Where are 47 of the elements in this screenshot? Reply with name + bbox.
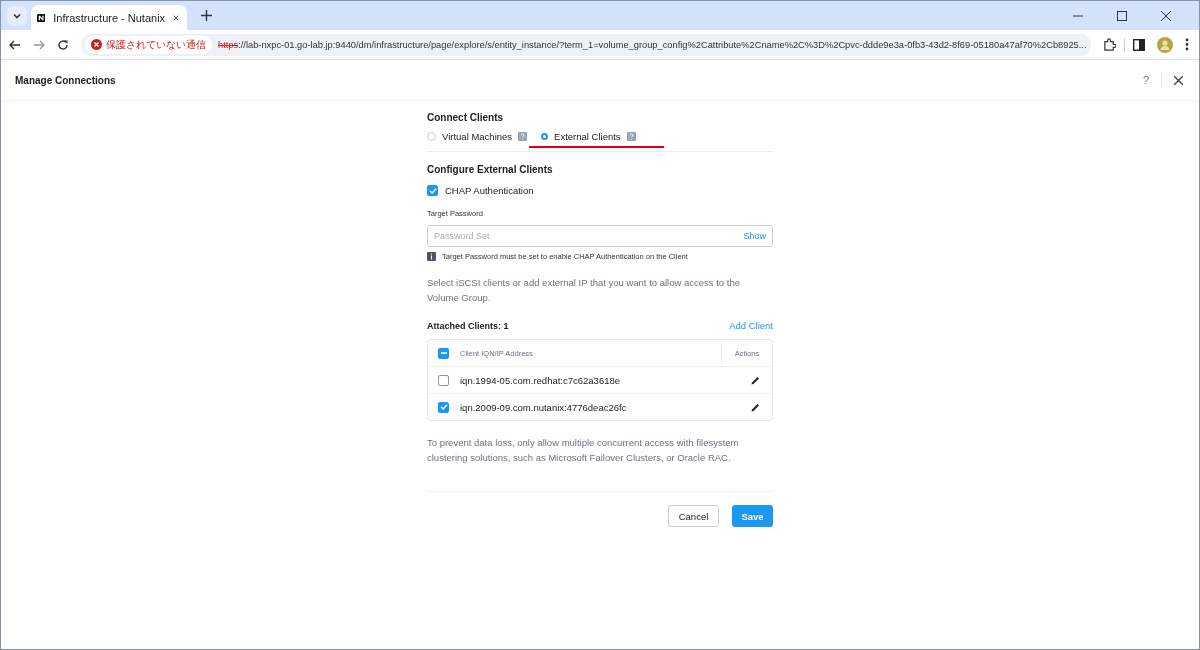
more-icon[interactable] [1185, 38, 1189, 51]
section-heading: Configure External Clients [427, 164, 554, 175]
radio-button[interactable] [541, 133, 549, 140]
address-bar[interactable] [81, 33, 1091, 56]
tab-title: Infrastructure - Nutanix [53, 11, 166, 24]
forward-arrow-icon[interactable] [33, 38, 45, 51]
radio-label[interactable]: External Clients [554, 131, 621, 142]
security-label: 保護されていない通信 [106, 37, 206, 52]
row-checkbox[interactable] [438, 374, 449, 386]
help-button[interactable]: ? [1142, 74, 1149, 86]
warning-text: To prevent data loss, only allow multiple concurrent access with filesystem clustering solutions, such as Microsoft Failover Clusters, or Oracle RAC. [427, 436, 740, 465]
check-icon [428, 186, 437, 195]
save-button[interactable]: Save [732, 505, 773, 527]
checkbox-label[interactable]: CHAP Authentication [445, 185, 534, 196]
close-icon[interactable] [1161, 10, 1171, 21]
back-arrow-icon[interactable] [9, 38, 21, 51]
maximize-icon[interactable] [1117, 10, 1127, 21]
radio-label[interactable]: Virtual Machines [442, 131, 513, 142]
section-heading: Connect Clients [427, 112, 505, 123]
dash-icon [440, 352, 447, 354]
close-icon[interactable] [1174, 75, 1183, 85]
checkbox[interactable] [427, 185, 438, 196]
reload-icon[interactable] [57, 38, 69, 51]
side-panel-icon[interactable] [1133, 38, 1145, 51]
add-client-link[interactable]: Add Client [729, 320, 773, 331]
tab-list-button[interactable] [7, 5, 27, 26]
row-checkbox[interactable] [438, 401, 449, 413]
info-icon [427, 252, 436, 261]
pencil-icon[interactable] [751, 402, 760, 412]
security-chip[interactable]: 保護されていない通信 [85, 35, 212, 54]
dialog-title: Manage Connections [15, 74, 116, 86]
show-button[interactable]: Show [743, 231, 766, 241]
error-icon [91, 39, 102, 50]
check-icon [439, 403, 448, 411]
plus-icon[interactable] [201, 10, 212, 21]
radio-button[interactable] [427, 132, 436, 141]
section-heading: Attached Clients: 1 [427, 320, 509, 331]
select-all-checkbox[interactable] [438, 347, 449, 359]
url-text: https://lab-nxpc-01.go-lab.jp:9440/dm/infrastructure/page/explore/s/entity_instance/?term_1=volume_group_config%2Cattribute%2Cname%2C%3D%2Cpvc-ddde9e3a-0fb3-43d2-8f69-05180a47af70%2Cb8925... [218, 39, 1087, 50]
table-cell-text: iqn.1994-05.com.redhat:c7c62a3618e [460, 374, 622, 386]
password-field[interactable]: Password Set Show [427, 225, 773, 247]
cancel-button[interactable]: Cancel [668, 505, 719, 527]
puzzle-icon[interactable] [1103, 38, 1116, 51]
description-text: Select iSCSI clients or add external IP that you want to allow access to the Volume Group. [427, 276, 741, 305]
pencil-icon[interactable] [751, 375, 760, 385]
browser-tab[interactable]: Infrastructure - Nutanix [31, 5, 187, 30]
table-cell-text: iqn.2009-09.com.nutanix:4776deac26fc [460, 401, 628, 413]
